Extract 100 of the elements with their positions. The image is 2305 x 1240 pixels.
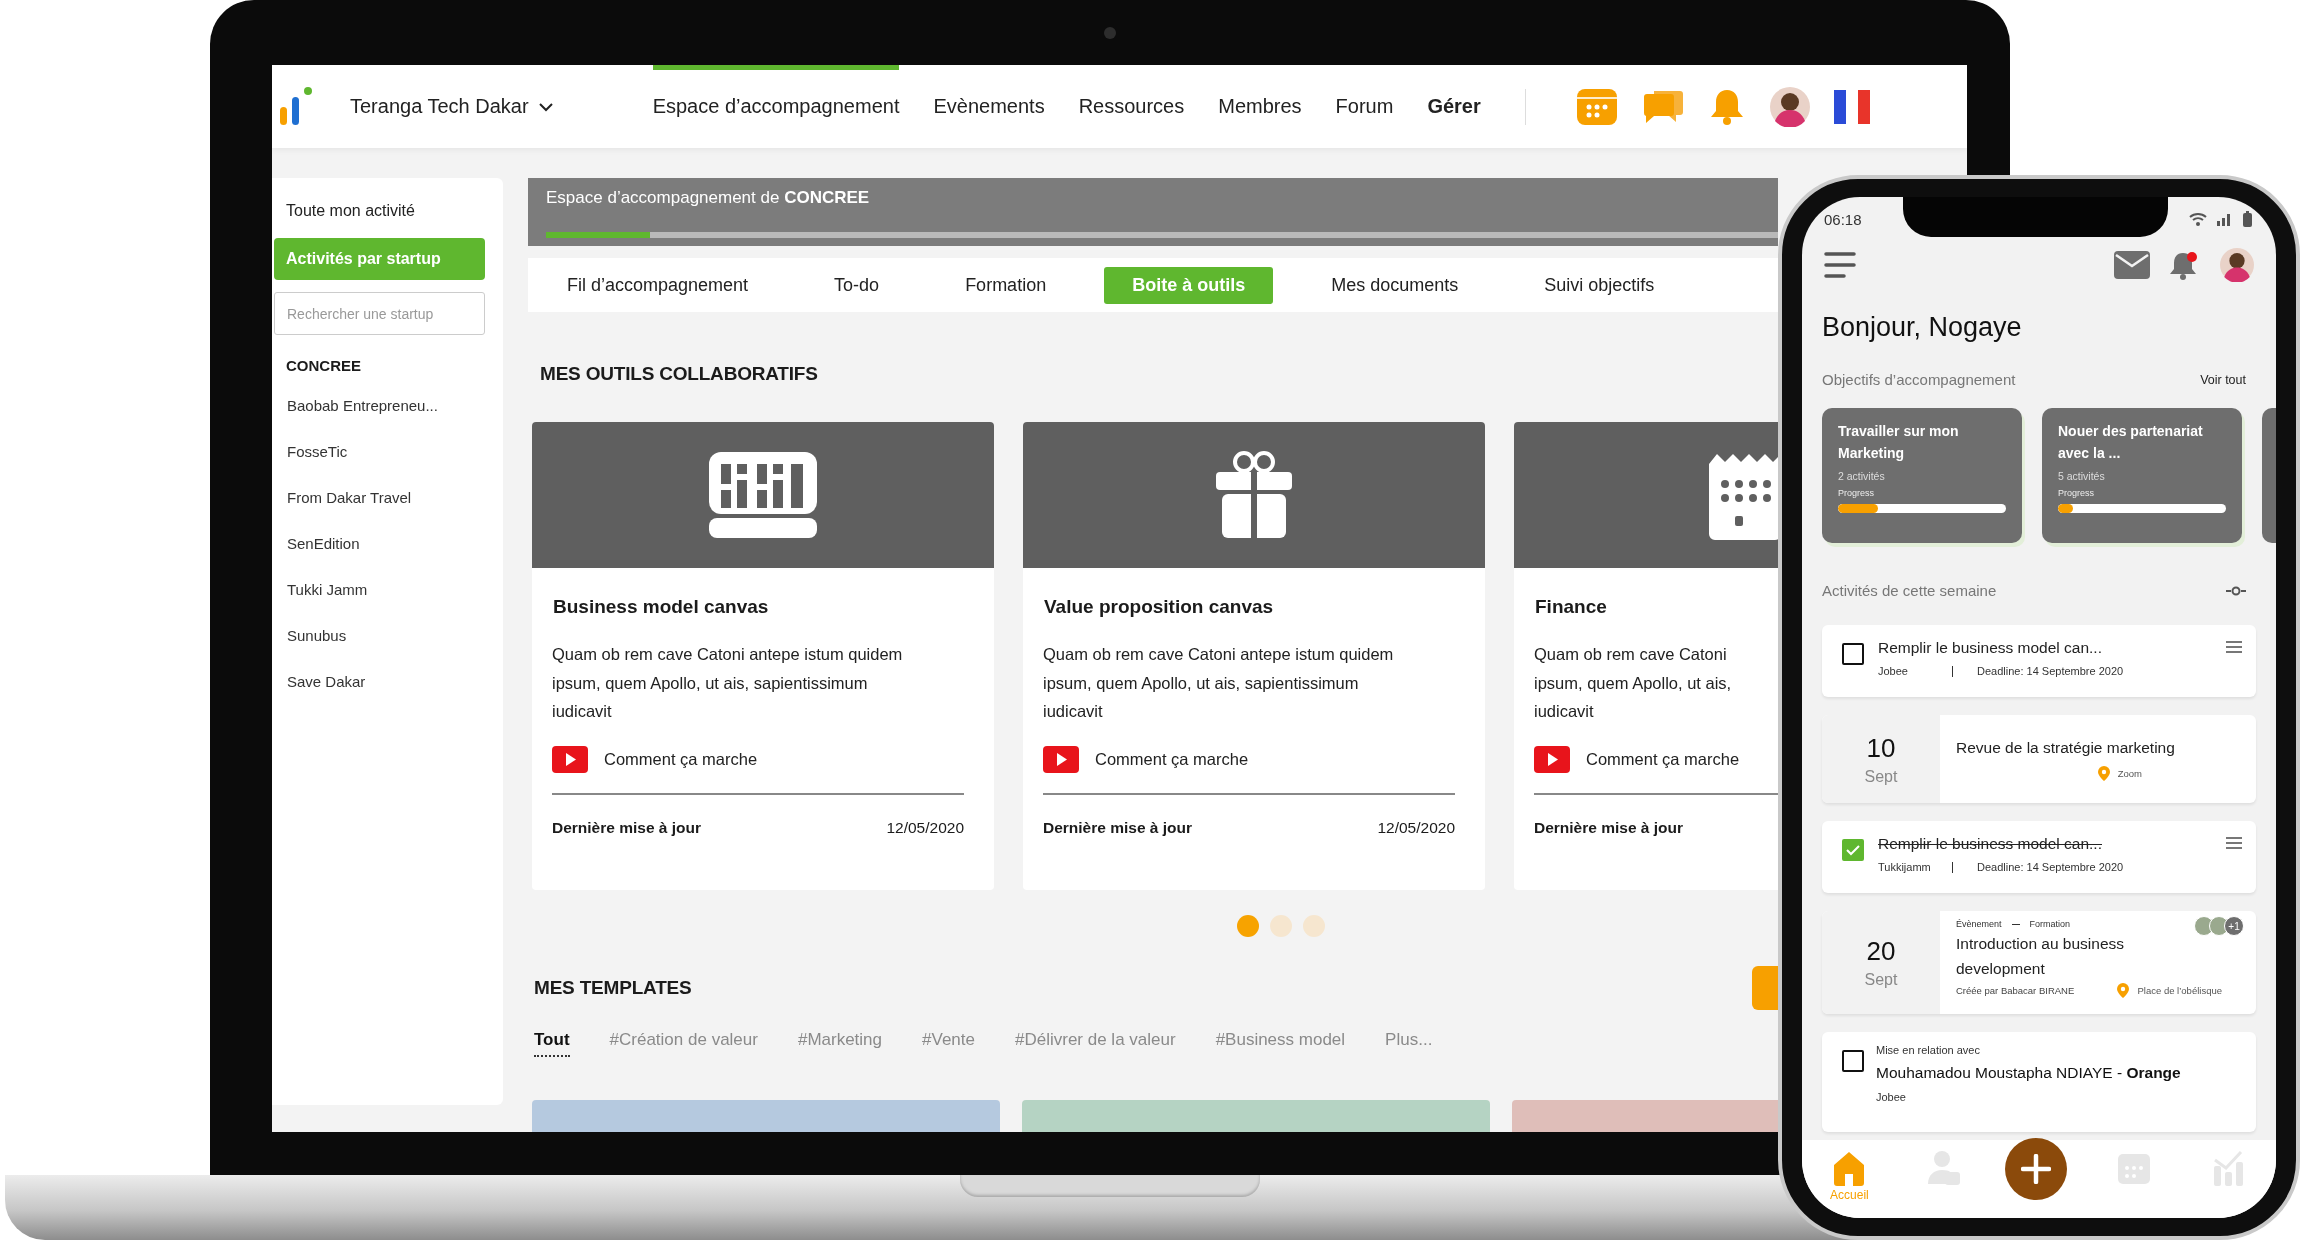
event-title: Revue de la stratégie marketing	[1956, 738, 2176, 758]
section-title: MES TEMPLATES	[534, 977, 692, 999]
play-icon[interactable]	[552, 745, 588, 773]
avatar-icon[interactable]	[1769, 86, 1810, 127]
startup-link[interactable]: Baobab Entrepreneu...	[287, 391, 485, 420]
contact-name: Mouhamadou Moustapha NDIAYE - Orange	[1876, 1064, 2182, 1082]
task-card[interactable]: Remplir le business model can... Jobee Deadline: 14 Septembre 2020	[1822, 625, 2256, 697]
checkbox[interactable]	[1842, 839, 1864, 861]
update-label: Dernière mise à jour	[1534, 818, 1684, 837]
pager-dot[interactable]	[1237, 915, 1259, 937]
plus-icon	[2021, 1154, 2051, 1184]
sidebar-link[interactable]: Toute mon activité	[274, 196, 485, 226]
nav-link[interactable]: Espace d’accompagnement	[652, 65, 900, 148]
progress-label: Progress	[1838, 488, 1875, 498]
tab[interactable]: Suivi objectifs	[1516, 266, 1683, 304]
event-location: Zoom	[2117, 768, 2142, 779]
contact-card[interactable]: Mise en relation avec Mouhamadou Moustapha NDIAYE - Orange Jobee	[1822, 1032, 2256, 1132]
see-all-link[interactable]: Voir tout	[2200, 370, 2246, 390]
task-deadline: Deadline: 14 Septembre 2020	[1977, 861, 2124, 873]
startup-link[interactable]: Save Dakar	[287, 667, 485, 696]
event-date: 20 Sept	[1822, 911, 1940, 1014]
event-category: Évènement	[1956, 919, 2002, 929]
menu-icon[interactable]	[1824, 251, 1856, 279]
task-card[interactable]: Remplir le business model can... Tukkijamm Deadline: 14 Septembre 2020	[1822, 821, 2256, 893]
reorder-icon[interactable]	[2226, 837, 2242, 849]
event-card[interactable]: 10 Sept Revue de la stratégie marketing Zoom	[1822, 715, 2256, 803]
section-title: Activités de cette semaine	[1822, 581, 1997, 601]
nav-link[interactable]: Evènements	[933, 65, 1045, 148]
chart-icon	[2211, 1150, 2246, 1186]
startup-link[interactable]: SenEdition	[287, 529, 485, 558]
card-title: Business model canvas	[553, 596, 770, 618]
checkbox[interactable]	[1842, 643, 1864, 665]
startup-link[interactable]: From Dakar Travel	[287, 483, 485, 512]
nav-link[interactable]: Gérer	[1427, 65, 1481, 148]
nav-link[interactable]: Ressources	[1078, 65, 1185, 148]
startup-link[interactable]: Sunubus	[287, 621, 485, 650]
objective-title: Nouer des partenariat avec la ...	[2058, 422, 2204, 463]
startup-link[interactable]: FosseTic	[287, 437, 485, 466]
event-date: 10 Sept	[1822, 715, 1940, 803]
card-title: Finance	[1535, 596, 1608, 618]
bell-icon[interactable]	[2170, 249, 2200, 281]
contact-label: Mise en relation avec	[1876, 1044, 1981, 1056]
task-deadline: Deadline: 14 Septembre 2020	[1977, 665, 2124, 677]
section-title: MES OUTILS COLLABORATIFS	[540, 362, 819, 386]
flag-icon[interactable]	[1833, 89, 1870, 124]
activity-count: 5 activités	[2058, 470, 2106, 482]
tab[interactable]: Formation	[937, 266, 1075, 304]
workspace-selector[interactable]: Teranga Tech Dakar	[350, 95, 553, 118]
location-pin-icon	[2097, 766, 2110, 781]
pager-dot[interactable]	[1303, 915, 1325, 937]
update-label: Dernière mise à jour	[1043, 818, 1193, 837]
search-field[interactable]: Rechercher une startup	[274, 292, 485, 335]
reorder-icon[interactable]	[2226, 641, 2242, 653]
card-description: Quam ob rem cave Catoni antepe istum quidem ipsum, quem Apollo, ut ais, sapientissimum iudicavit	[552, 644, 904, 722]
how-it-works-link[interactable]: Comment ça marche	[1586, 749, 1740, 769]
checkbox[interactable]	[1842, 1050, 1864, 1072]
task-title: Remplir le business model can...	[1878, 835, 2102, 853]
update-date: 12/05/2020	[1377, 818, 1455, 837]
home-icon	[1832, 1150, 1867, 1186]
status-time: 06:18	[1824, 210, 1862, 228]
user-check-icon	[1927, 1150, 1962, 1186]
tab[interactable]: Mes documents	[1303, 266, 1487, 304]
section-title: Objectifs d’accompagnement	[1822, 370, 2016, 390]
tag-filter[interactable]: Tout	[534, 1030, 570, 1057]
startup-link[interactable]: Tukki Jamm	[287, 575, 485, 604]
mail-icon[interactable]	[2114, 251, 2150, 279]
gift-icon	[1214, 450, 1294, 540]
nav-link[interactable]: Forum	[1335, 65, 1394, 148]
event-title: Introduction au business development	[1956, 934, 2126, 979]
camera-lens	[1104, 27, 1116, 39]
signal-icon	[2217, 212, 2233, 226]
play-icon[interactable]	[1534, 745, 1570, 773]
banner-title: Espace d’accompagnement de CONCREE	[546, 188, 870, 207]
tab[interactable]: To-do	[806, 266, 908, 304]
tab[interactable]: Fil d’accompagnement	[539, 266, 777, 304]
event-card[interactable]: 20 Sept Évènement Formation +1 Introduction au business development Créée par Babacar BIRANE Place de l’obélisque	[1822, 911, 2256, 1014]
objective-title: Travailler sur mon Marketing	[1838, 422, 1960, 463]
task-title: Remplir le business model can...	[1878, 639, 2102, 657]
greeting: Bonjour, Nogaye	[1822, 311, 2023, 344]
filter-icon[interactable]	[2226, 586, 2246, 596]
task-owner: Jobee	[1878, 665, 1909, 677]
event-creator: Créée par Babacar BIRANE	[1956, 985, 2075, 996]
battery-icon	[2243, 211, 2252, 227]
how-it-works-link[interactable]: Comment ça marche	[604, 749, 758, 769]
card-title: Value proposition canvas	[1044, 596, 1275, 618]
chevron-down-icon	[538, 101, 553, 112]
objective-card[interactable]	[2262, 408, 2276, 543]
progress-label: Progress	[2058, 488, 2095, 498]
contact-owner: Jobee	[1876, 1091, 1907, 1103]
task-owner: Tukkijamm	[1878, 861, 1932, 873]
group-heading: CONCREE	[286, 357, 362, 374]
nav-link[interactable]: Membres	[1218, 65, 1302, 148]
how-it-works-link[interactable]: Comment ça marche	[1095, 749, 1249, 769]
update-date: 12/05/2020	[886, 818, 964, 837]
grid-board-icon	[707, 450, 819, 540]
update-label: Dernière mise à jour	[552, 818, 702, 837]
play-icon[interactable]	[1043, 745, 1079, 773]
pager-dot[interactable]	[1270, 915, 1292, 937]
location-pin-icon	[2117, 983, 2130, 998]
avatar-icon[interactable]	[2220, 248, 2254, 282]
